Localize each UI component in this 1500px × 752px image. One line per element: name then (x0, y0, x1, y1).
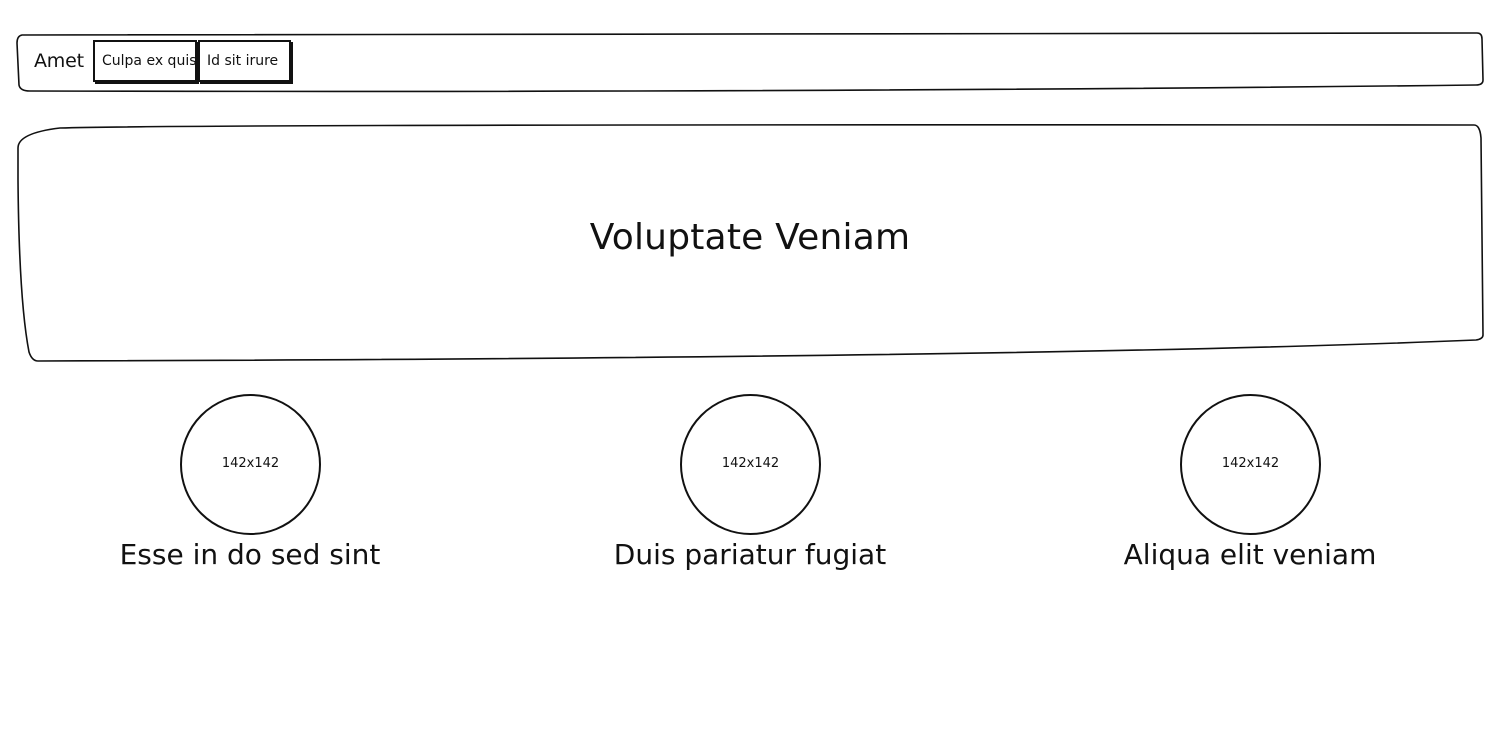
feature-card: 142x142 Duis pariatur fugiat (600, 394, 900, 584)
nav-button-culpa-ex-quis[interactable]: Culpa ex quis (93, 40, 197, 82)
nav-button-id-sit-irure[interactable]: Id sit irure (198, 40, 291, 82)
image-size-label: 142x142 (1221, 456, 1280, 471)
brand-logo[interactable]: Amet (34, 49, 84, 73)
feature-card: 142x142 Aliqua elit veniam (1100, 394, 1400, 584)
feature-caption: Aliqua elit veniam (1123, 538, 1377, 571)
sketch-outlines (16, 32, 1484, 362)
image-placeholder: 142x142 (180, 394, 321, 535)
feature-caption: Esse in do sed sint (119, 538, 381, 571)
feature-caption: Duis pariatur fugiat (613, 538, 887, 571)
hero-title: Voluptate Veniam (589, 217, 911, 258)
image-size-label: 142x142 (221, 456, 280, 471)
image-placeholder: 142x142 (680, 394, 821, 535)
image-placeholder: 142x142 (1180, 394, 1321, 535)
image-size-label: 142x142 (721, 456, 780, 471)
feature-card: 142x142 Esse in do sed sint (100, 394, 400, 584)
navbar: Amet Culpa ex quis Id sit irure (18, 33, 1482, 91)
